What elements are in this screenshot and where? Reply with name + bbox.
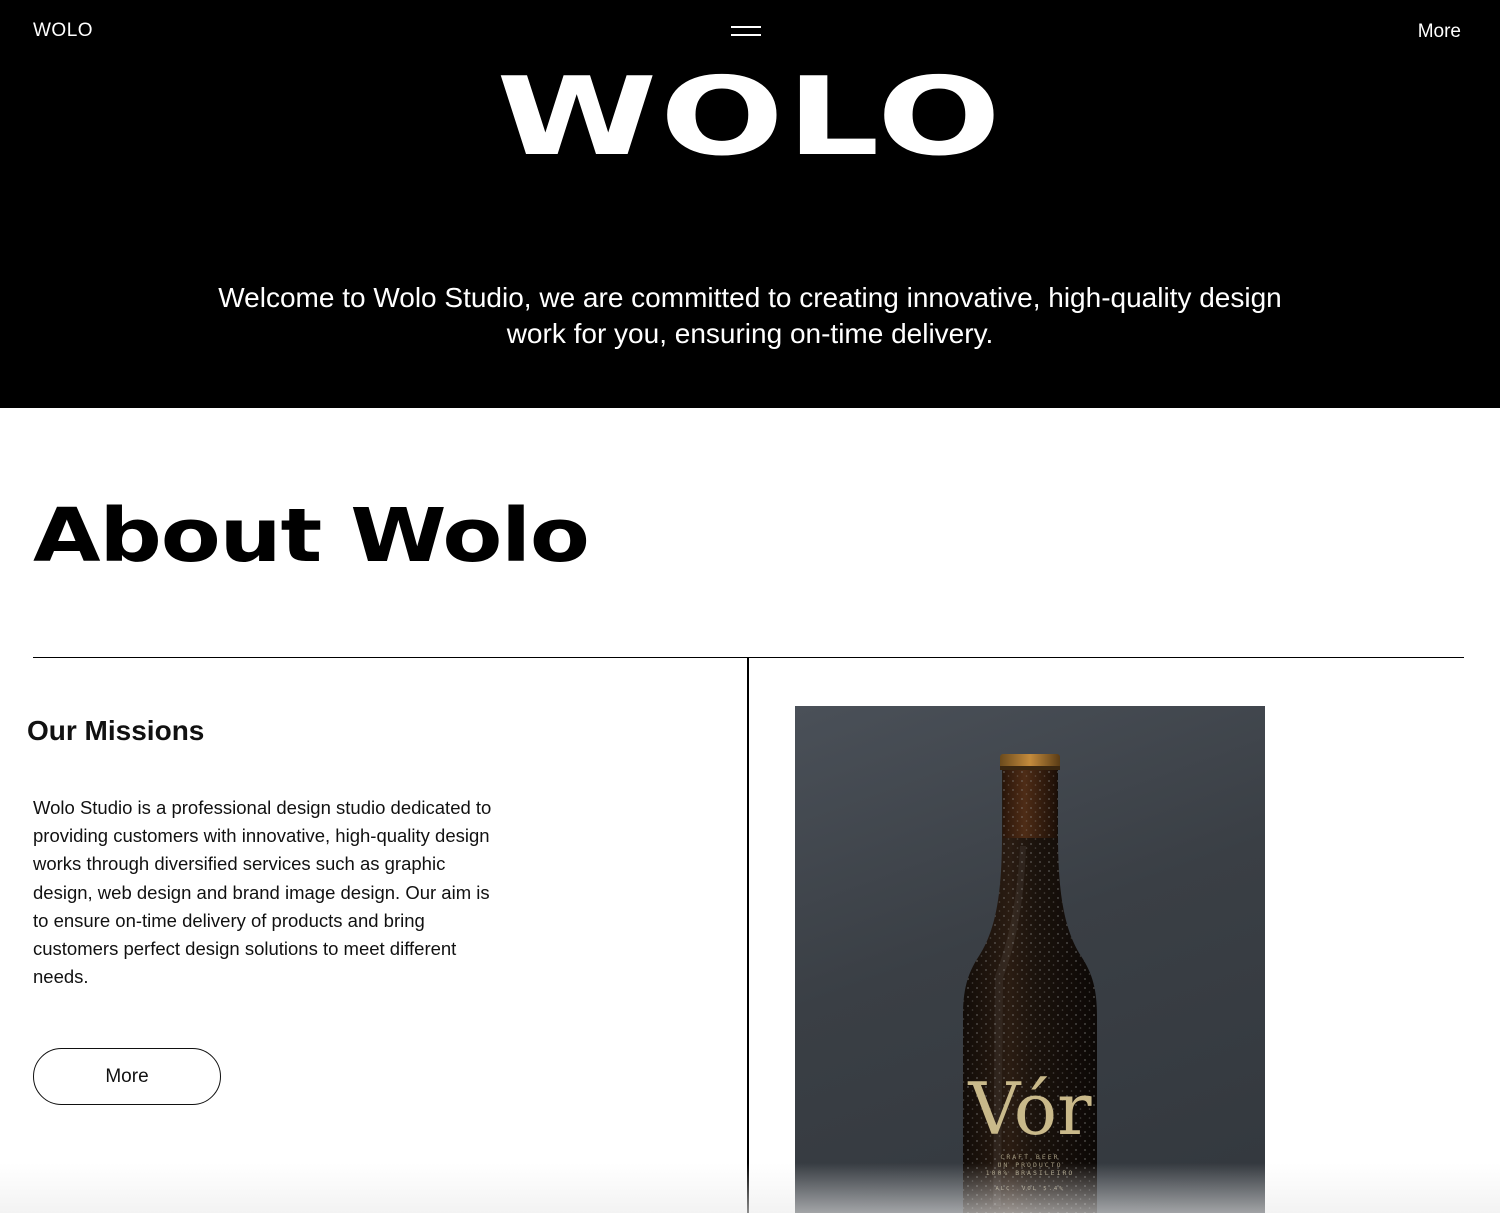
missions-heading: Our Missions	[27, 715, 205, 746]
hero-brand-title: WOLO	[496, 55, 1004, 180]
menu-line	[731, 26, 761, 28]
tagline-line-2: work for you, ensuring on-time delivery.	[506, 318, 994, 349]
bottom-scroll-fade	[0, 1163, 1500, 1213]
bottle-brand-label: Vór	[967, 1067, 1092, 1151]
tagline-line-1: Welcome to Wolo Studio, we are committed…	[218, 282, 1282, 313]
missions-text: Wolo Studio is a professional design stu…	[33, 797, 492, 988]
more-button[interactable]: More	[33, 1048, 221, 1105]
bottle-label-line: 100% BRASILEIRO	[986, 1169, 1075, 1177]
bottle-label-line: ALC. VOL 5.4%	[995, 1186, 1064, 1192]
hamburger-icon[interactable]	[731, 26, 761, 38]
bottle-label-line: UN PRODUCTO	[997, 1161, 1062, 1169]
column-divider	[747, 658, 749, 1213]
bottle-label-line: CRAFT BEER	[1000, 1153, 1059, 1161]
about-title: About Wolo	[33, 493, 590, 579]
hero-tagline: Welcome to Wolo Studio, we are committed…	[150, 280, 1350, 352]
menu-line	[731, 34, 761, 36]
site-logo[interactable]: WOLO	[33, 20, 93, 42]
header-more-link[interactable]: More	[1418, 21, 1461, 43]
beer-bottle-illustration: Vór CRAFT BEER UN PRODUCTO 100% BRASILEI…	[963, 754, 1097, 1213]
hero-section: WOLO More WOLO Welcome to Wolo Studio, w…	[0, 0, 1500, 408]
product-photo: Vór CRAFT BEER UN PRODUCTO 100% BRASILEI…	[795, 706, 1265, 1213]
